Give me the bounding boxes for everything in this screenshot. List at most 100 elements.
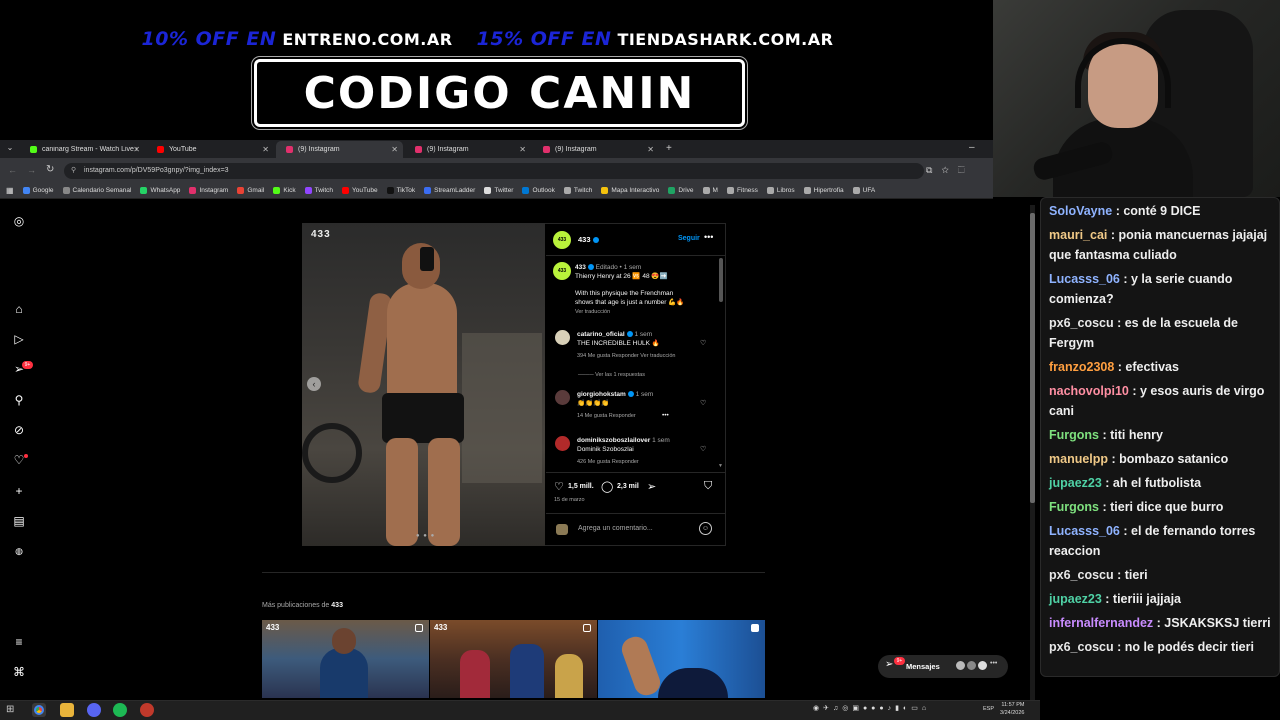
chat-username[interactable]: SoloVayne <box>1049 204 1112 218</box>
chat-username[interactable]: mauri_cai <box>1049 228 1107 242</box>
chat-username[interactable]: Furgons <box>1049 500 1099 514</box>
view-replies-link[interactable]: ──── Ver las 1 respuestas <box>578 371 645 380</box>
bookmark-item[interactable]: Twitch <box>563 187 592 194</box>
create-icon[interactable]: + <box>12 484 26 498</box>
menu-icon[interactable]: ≡ <box>12 635 26 649</box>
bookmark-item[interactable]: Google <box>22 187 54 194</box>
comment-avatar[interactable] <box>555 436 570 451</box>
browser-tab[interactable]: caninarg Stream - Watch Live o ✕ <box>20 141 145 158</box>
clock[interactable]: 11:57 PM 3/24/2026 <box>1000 701 1024 717</box>
bookmark-item[interactable]: Gmail <box>237 187 264 194</box>
install-icon[interactable]: ⧉ <box>926 165 941 175</box>
bookmark-item[interactable]: Kick <box>273 187 296 194</box>
caption-avatar[interactable]: 433 <box>553 262 571 280</box>
comment-avatar[interactable] <box>555 330 570 345</box>
new-tab-button[interactable]: + <box>666 143 672 154</box>
chat-username[interactable]: Furgons <box>1049 428 1099 442</box>
carousel-prev-button[interactable]: ‹ <box>307 377 321 391</box>
chat-username[interactable]: px6_coscu <box>1049 568 1114 582</box>
url-input[interactable]: ⚲ instagram.com/p/DV59Po3gnpy/?img_index… <box>64 163 924 179</box>
back-icon[interactable]: ← <box>8 165 17 175</box>
comments-scrollbar[interactable] <box>719 258 723 302</box>
share-icon[interactable]: ➢ <box>647 480 656 493</box>
chat-username[interactable]: px6_coscu <box>1049 316 1114 330</box>
search-icon[interactable]: ⚲ <box>12 393 26 407</box>
tab-search-icon[interactable]: ⌄ <box>4 143 16 155</box>
chat-username[interactable]: manuelpp <box>1049 452 1108 466</box>
browser-tab[interactable]: (9) Instagram ✕ <box>276 141 403 158</box>
bookmark-item[interactable]: Libros <box>766 187 795 194</box>
comment-avatar[interactable] <box>555 390 570 405</box>
bookmark-item[interactable]: Instagram <box>189 187 228 194</box>
instagram-logo-icon[interactable]: ◎ <box>12 214 26 228</box>
bookmark-item[interactable]: Twitch <box>304 187 333 194</box>
scroll-down-icon[interactable]: ▼ <box>718 463 723 469</box>
comment-like-icon[interactable]: ♡ <box>700 445 706 453</box>
comments-count[interactable]: 2,3 mil <box>617 483 639 490</box>
dashboard-icon[interactable]: ▤ <box>12 514 26 528</box>
reload-icon[interactable]: ↻ <box>46 164 54 175</box>
bookmark-item[interactable]: TikTok <box>386 187 415 194</box>
browser-tab[interactable]: (9) Instagram ✕ <box>405 141 531 158</box>
minimize-button[interactable]: – <box>969 142 975 153</box>
bookmark-item[interactable]: Outlook <box>522 187 555 194</box>
bookmark-item[interactable]: M <box>702 187 718 194</box>
tab-close-icon[interactable]: ✕ <box>133 145 140 154</box>
reels-icon[interactable]: ▷ <box>12 332 26 346</box>
more-post-thumbnail[interactable] <box>598 620 765 698</box>
tab-close-icon[interactable]: ✕ <box>519 145 526 154</box>
page-scrollbar[interactable] <box>1030 205 1035 700</box>
chrome-taskbar-icon[interactable] <box>32 703 46 717</box>
tab-close-icon[interactable]: ✕ <box>391 145 398 154</box>
more-post-thumbnail[interactable]: 433 <box>430 620 597 698</box>
chat-username[interactable]: jupaez23 <box>1049 476 1102 490</box>
follow-button[interactable]: Seguir <box>678 235 700 242</box>
chat-username[interactable]: jupaez23 <box>1049 592 1102 606</box>
obs-icon[interactable] <box>140 703 154 717</box>
comment-like-icon[interactable]: ♡ <box>700 399 706 407</box>
apps-icon[interactable]: ▦ <box>6 186 14 195</box>
tab-close-icon[interactable]: ✕ <box>262 145 269 154</box>
like-icon[interactable]: ♡ <box>554 480 564 493</box>
tab-close-icon[interactable]: ✕ <box>647 145 654 154</box>
chat-username[interactable]: franzo2308 <box>1049 360 1114 374</box>
bookmark-item[interactable]: WhatsApp <box>140 187 180 194</box>
chat-username[interactable]: px6_coscu <box>1049 640 1114 654</box>
browser-tab[interactable]: (9) Instagram ✕ <box>533 141 659 158</box>
add-comment-input[interactable]: Agrega un comentario... <box>578 525 653 532</box>
comment-like-icon[interactable]: ♡ <box>700 339 706 347</box>
extensions-icon[interactable]: ⬚ <box>958 165 974 175</box>
explore-icon[interactable]: ⊘ <box>12 423 26 437</box>
caption-translate-link[interactable]: Ver traducción <box>575 309 610 315</box>
discord-icon[interactable] <box>87 703 101 717</box>
comment-more-icon[interactable]: ••• <box>662 411 669 420</box>
more-post-thumbnail[interactable]: 433 <box>262 620 429 698</box>
post-image[interactable] <box>302 223 545 546</box>
likes-count[interactable]: 1,5 mill. <box>568 483 594 490</box>
forward-icon[interactable]: → <box>27 165 36 175</box>
bookmark-item[interactable]: Calendario Semanal <box>62 187 131 194</box>
chat-username[interactable]: Lucasss_06 <box>1049 272 1120 286</box>
chat-username[interactable]: nachovolpi10 <box>1049 384 1129 398</box>
profile-avatar[interactable]: ◍ <box>12 544 26 558</box>
chat-username[interactable]: infernalfernandez <box>1049 616 1153 630</box>
bookmark-item[interactable]: Hipertrofia <box>803 187 844 194</box>
bookmark-item[interactable]: UFA <box>852 187 875 194</box>
bookmark-item[interactable]: YouTube <box>342 187 378 194</box>
save-bookmark-icon[interactable]: ⛉ <box>704 480 712 493</box>
post-author-avatar[interactable]: 433 <box>553 231 571 249</box>
file-explorer-icon[interactable] <box>60 703 74 717</box>
browser-tab[interactable]: YouTube ✕ <box>147 141 274 158</box>
bookmark-star-icon[interactable]: ☆ <box>941 165 957 175</box>
bookmark-item[interactable]: Mapa Interactivo <box>601 187 659 194</box>
chat-username[interactable]: Lucasss_06 <box>1049 524 1120 538</box>
emoji-icon[interactable]: ☺ <box>699 522 712 535</box>
windows-start-icon[interactable]: ⊞ <box>6 704 18 716</box>
bookmark-item[interactable]: StreamLadder <box>424 187 475 194</box>
threads-icon[interactable]: ⌘ <box>12 665 26 679</box>
home-icon[interactable]: ⌂ <box>12 302 26 316</box>
site-info-icon[interactable]: ⚲ <box>71 163 76 179</box>
comment-icon[interactable]: ◯ <box>601 480 613 493</box>
bookmark-item[interactable]: Drive <box>668 187 694 194</box>
language-indicator[interactable]: ESP <box>983 706 994 712</box>
